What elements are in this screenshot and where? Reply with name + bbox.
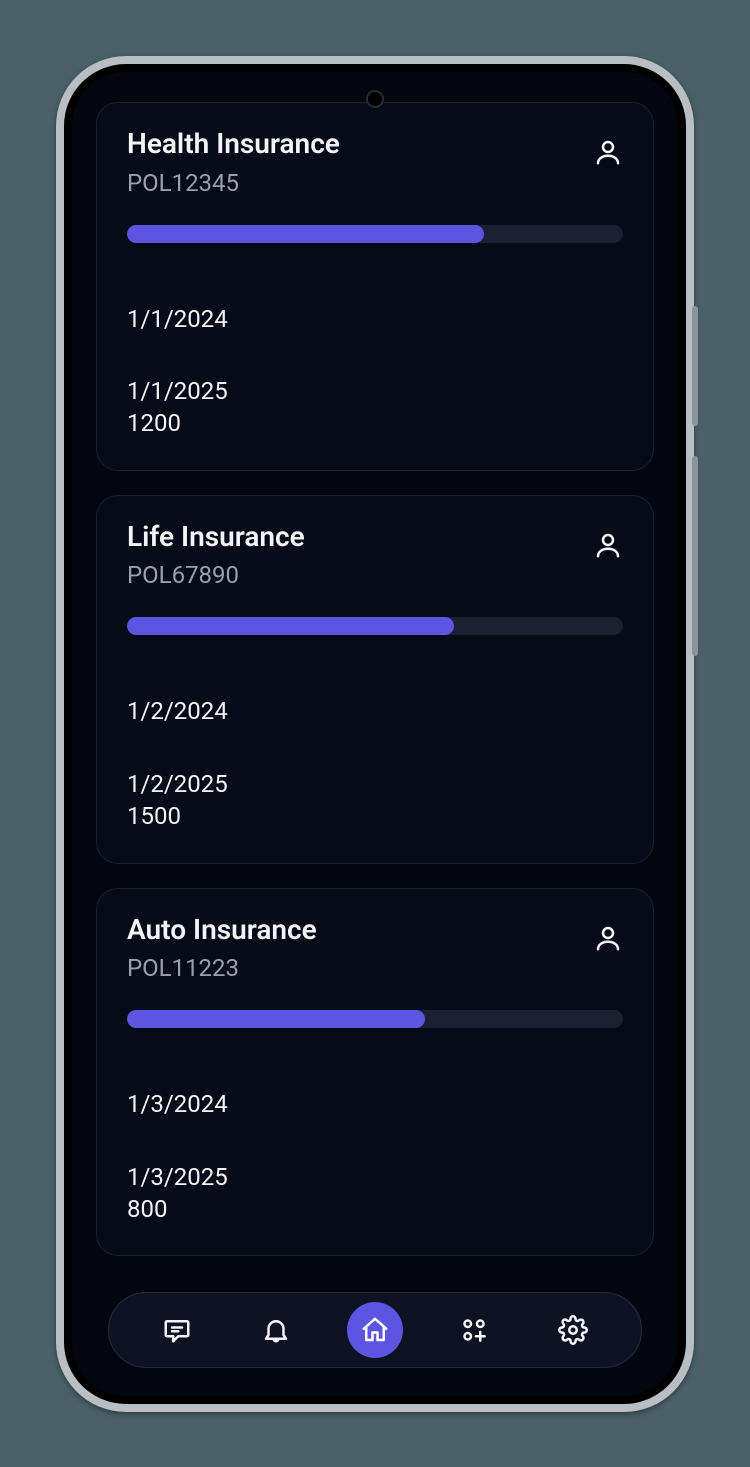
policy-end-date: 1/3/2025	[127, 1161, 623, 1193]
policy-start-date: 1/1/2024	[127, 303, 623, 335]
policy-card[interactable]: Life Insurance POL67890 1/2/2024 1/2/2	[96, 495, 654, 864]
policy-start-date: 1/2/2024	[127, 695, 623, 727]
policy-amount: 800	[127, 1193, 623, 1225]
user-icon[interactable]	[593, 923, 623, 957]
policy-end-date: 1/2/2025	[127, 768, 623, 800]
user-icon[interactable]	[593, 530, 623, 564]
nav-chat[interactable]: chat	[149, 1302, 205, 1358]
progress-bar	[127, 225, 623, 243]
policy-amount: 1500	[127, 800, 623, 832]
progress-bar	[127, 617, 623, 635]
nav-notifications[interactable]: bell	[248, 1302, 304, 1358]
policy-start-date: 1/3/2024	[127, 1088, 623, 1120]
progress-fill	[127, 225, 484, 243]
policy-id: POL11223	[127, 954, 317, 982]
policy-end-date: 1/1/2025	[127, 375, 623, 407]
progress-fill	[127, 1010, 425, 1028]
front-camera	[366, 90, 384, 108]
progress-fill	[127, 617, 454, 635]
policy-list: Health Insurance POL12345 1/1/2024 1/1	[72, 72, 678, 1396]
policy-title: Life Insurance	[127, 520, 305, 554]
policy-title: Health Insurance	[127, 127, 340, 161]
policy-card[interactable]: Health Insurance POL12345 1/1/2024 1/1	[96, 102, 654, 471]
user-icon[interactable]	[593, 137, 623, 171]
policy-id: POL67890	[127, 561, 305, 589]
policy-id: POL12345	[127, 169, 340, 197]
nav-settings[interactable]: settings	[545, 1302, 601, 1358]
policy-card[interactable]: Auto Insurance POL11223 1/3/2024 1/3/2	[96, 888, 654, 1257]
policy-amount: 1200	[127, 407, 623, 439]
policy-title: Auto Insurance	[127, 913, 317, 947]
nav-apps[interactable]: apps	[446, 1302, 502, 1358]
nav-home[interactable]: home	[347, 1302, 403, 1358]
progress-bar	[127, 1010, 623, 1028]
bottom-nav: chat bell home apps settings	[108, 1292, 642, 1368]
